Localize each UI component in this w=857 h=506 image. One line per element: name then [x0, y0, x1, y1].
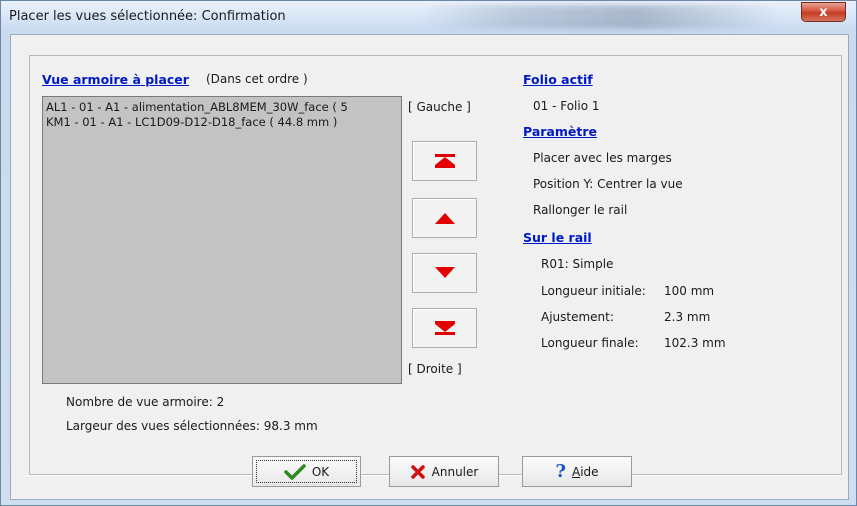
active-folio-value: 01 - Folio 1 [533, 99, 600, 113]
close-button[interactable]: x [801, 2, 846, 22]
title-bar[interactable]: Placer les vues sélectionnée: Confirmati… [1, 1, 856, 33]
help-label: Aide [571, 464, 599, 479]
param-margins: Placer avec les marges [533, 151, 672, 165]
move-up-button[interactable] [412, 198, 477, 238]
help-icon: ? [555, 461, 566, 482]
ok-label: OK [311, 464, 330, 479]
active-folio-header: Folio actif [523, 72, 593, 87]
arrow-down-icon [435, 267, 455, 278]
left-side-label: [ Gauche ] [408, 100, 471, 114]
adjustment-label: Ajustement: [541, 310, 614, 324]
arrow-up-icon [435, 213, 455, 224]
move-down-button[interactable] [412, 253, 477, 293]
x-icon [410, 464, 425, 479]
move-bottom-icon [435, 321, 455, 335]
list-item[interactable]: KM1 - 01 - A1 - LC1D09-D12-D18_face ( 44… [43, 115, 401, 130]
view-list[interactable]: AL1 - 01 - A1 - alimentation_ABL8MEM_30W… [42, 96, 402, 384]
param-extend-rail: Rallonger le rail [533, 203, 628, 217]
final-length-value: 102.3 mm [664, 336, 726, 350]
final-length-label: Longueur finale: [541, 336, 639, 350]
order-note: (Dans cet ordre ) [206, 72, 308, 86]
list-item[interactable]: AL1 - 01 - A1 - alimentation_ABL8MEM_30W… [43, 100, 401, 115]
rail-name: R01: Simple [541, 257, 614, 271]
cancel-label: Annuler [431, 464, 479, 479]
view-to-place-header: Vue armoire à placer [42, 72, 189, 87]
view-count-text: Nombre de vue armoire: 2 [66, 395, 225, 409]
cancel-button[interactable]: Annuler [389, 456, 499, 487]
selected-width-text: Largeur des vues sélectionnées: 98.3 mm [66, 419, 318, 433]
initial-length-value: 100 mm [664, 284, 715, 298]
param-position-y: Position Y: Centrer la vue [533, 177, 683, 191]
move-top-icon [435, 154, 455, 168]
window-title: Placer les vues sélectionnée: Confirmati… [9, 9, 286, 24]
right-side-label: [ Droite ] [408, 362, 462, 376]
initial-length-label: Longueur initiale: [541, 284, 646, 298]
on-rail-header: Sur le rail [523, 230, 592, 245]
help-button[interactable]: ? Aide [522, 456, 632, 487]
ok-button[interactable]: OK [252, 456, 361, 487]
move-to-bottom-button[interactable] [412, 308, 477, 348]
dialog-body: Vue armoire à placer (Dans cet ordre ) A… [10, 34, 849, 500]
adjustment-value: 2.3 mm [664, 310, 711, 324]
dialog-window: Placer les vues sélectionnée: Confirmati… [0, 0, 857, 506]
check-icon [284, 463, 306, 480]
parameter-header: Paramètre [523, 124, 597, 139]
move-to-top-button[interactable] [412, 141, 477, 181]
blurred-background [421, 5, 781, 29]
